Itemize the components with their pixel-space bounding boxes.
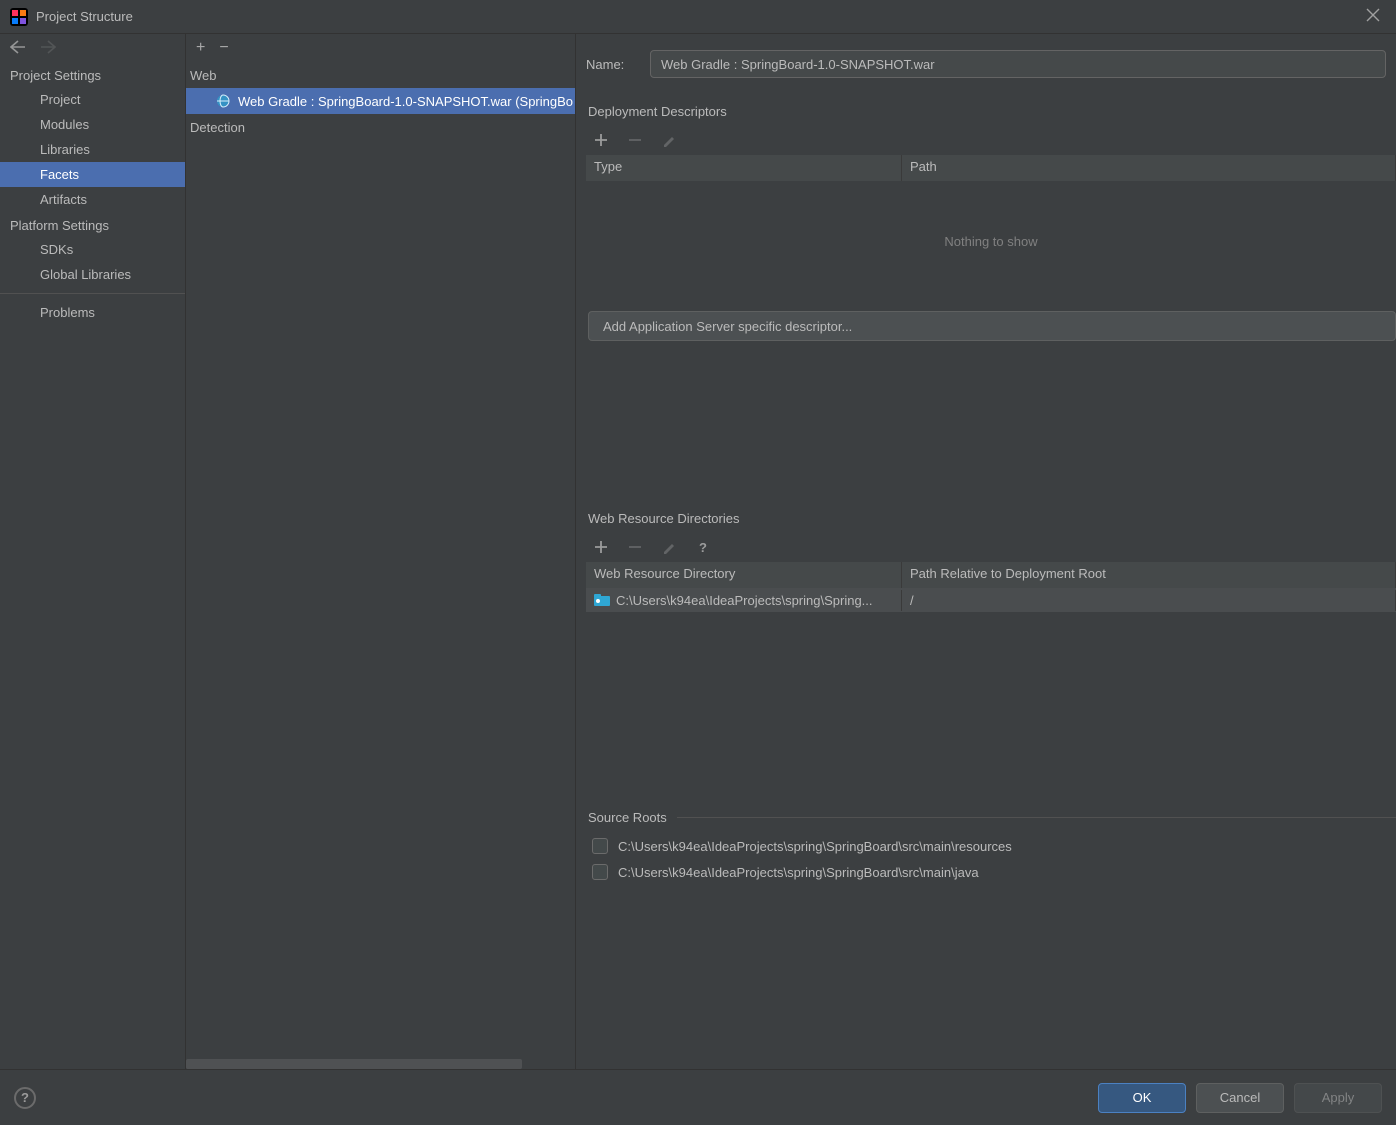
wrd-toolbar: ? [586, 532, 1396, 562]
web-facet-icon [216, 94, 232, 108]
dd-edit-icon [660, 131, 678, 149]
cancel-button[interactable]: Cancel [1196, 1083, 1284, 1113]
source-roots-fieldset: Source Roots [588, 810, 1396, 825]
wrd-cell-rel: / [902, 590, 1396, 611]
name-label: Name: [586, 57, 636, 72]
dd-toolbar [586, 125, 1396, 155]
checkbox[interactable] [592, 864, 608, 880]
titlebar: Project Structure [0, 0, 1396, 34]
facet-node-detection[interactable]: Detection [186, 114, 575, 140]
sidebar-item-facets[interactable]: Facets [0, 162, 185, 187]
wrd-cell-dir: C:\Users\k94ea\IdeaProjects\spring\Sprin… [586, 590, 902, 611]
wrd-col-rel[interactable]: Path Relative to Deployment Root [902, 562, 1396, 588]
sidebar-item-modules[interactable]: Modules [0, 112, 185, 137]
source-roots-line [677, 817, 1396, 818]
sidebar-item-project[interactable]: Project [0, 87, 185, 112]
facet-node-label: Web [190, 68, 217, 83]
sidebar-item-problems[interactable]: Problems [0, 300, 185, 325]
facet-editor: Name: Deployment Descriptors Type Path N… [576, 34, 1396, 1069]
wrd-row[interactable]: C:\Users\k94ea\IdeaProjects\spring\Sprin… [586, 588, 1396, 612]
wrd-edit-icon [660, 538, 678, 556]
sidebar-item-artifacts[interactable]: Artifacts [0, 187, 185, 212]
deployment-descriptors-title: Deployment Descriptors [588, 104, 1396, 119]
sidebar-item-sdks[interactable]: SDKs [0, 237, 185, 262]
dialog-footer: ? OK Cancel Apply [0, 1069, 1396, 1125]
dd-col-type[interactable]: Type [586, 155, 902, 181]
source-root-path: C:\Users\k94ea\IdeaProjects\spring\Sprin… [618, 865, 979, 880]
sidebar-heading-project-settings: Project Settings [0, 62, 185, 87]
facet-name-input[interactable] [650, 50, 1386, 78]
add-server-descriptor-button[interactable]: Add Application Server specific descript… [588, 311, 1396, 341]
dd-table-header: Type Path [586, 155, 1396, 181]
wrd-cell-dir-text: C:\Users\k94ea\IdeaProjects\spring\Sprin… [616, 593, 873, 608]
dd-table: Type Path Nothing to show [586, 155, 1396, 301]
facet-node-web[interactable]: Web [186, 62, 575, 88]
sidebar-heading-platform-settings: Platform Settings [0, 212, 185, 237]
sidebar-item-global-libraries[interactable]: Global Libraries [0, 262, 185, 287]
folder-icon [594, 594, 610, 606]
facets-tree[interactable]: Web Web Gradle : SpringBoard-1.0-SNAPSHO… [186, 62, 575, 1069]
apply-button: Apply [1294, 1083, 1382, 1113]
facets-toolbar: + − [186, 34, 575, 62]
facet-node-label: Web Gradle : SpringBoard-1.0-SNAPSHOT.wa… [238, 94, 573, 109]
dd-add-icon[interactable] [592, 131, 610, 149]
source-roots-title: Source Roots [588, 810, 667, 825]
dd-col-path[interactable]: Path [902, 155, 1396, 181]
nav-forward-icon [40, 40, 56, 57]
sidebar-item-libraries[interactable]: Libraries [0, 137, 185, 162]
wrd-help-icon[interactable]: ? [694, 538, 712, 556]
window-title: Project Structure [36, 9, 1360, 24]
nav-back-icon[interactable] [10, 40, 26, 57]
checkbox[interactable] [592, 838, 608, 854]
spacer [586, 341, 1396, 491]
facet-node-label: Detection [190, 120, 245, 135]
wrd-remove-icon [626, 538, 644, 556]
spacer [586, 612, 1396, 792]
app-logo-icon [10, 8, 28, 26]
sidebar: Project Settings Project Modules Librari… [0, 34, 186, 1069]
source-root-path: C:\Users\k94ea\IdeaProjects\spring\Sprin… [618, 839, 1012, 854]
remove-facet-icon[interactable]: − [219, 40, 228, 56]
project-structure-dialog: Project Structure Project Settings Proje… [0, 0, 1396, 1125]
ok-button[interactable]: OK [1098, 1083, 1186, 1113]
horizontal-scrollbar[interactable] [186, 1059, 522, 1069]
sidebar-separator [0, 293, 185, 294]
facet-node-web-gradle[interactable]: Web Gradle : SpringBoard-1.0-SNAPSHOT.wa… [186, 88, 575, 114]
dd-empty-text: Nothing to show [586, 181, 1396, 301]
name-row: Name: [586, 44, 1396, 84]
add-facet-icon[interactable]: + [196, 40, 205, 56]
dd-remove-icon [626, 131, 644, 149]
wrd-table: Web Resource Directory Path Relative to … [586, 562, 1396, 612]
svg-text:?: ? [699, 540, 707, 554]
facets-panel: + − Web Web Gradle : SpringBoard-1.0-SNA… [186, 34, 576, 1069]
web-resource-dirs-title: Web Resource Directories [588, 511, 1396, 526]
help-icon[interactable]: ? [14, 1087, 36, 1109]
source-root-item[interactable]: C:\Users\k94ea\IdeaProjects\spring\Sprin… [586, 859, 1396, 885]
close-icon[interactable] [1360, 6, 1386, 27]
wrd-col-dir[interactable]: Web Resource Directory [586, 562, 902, 588]
wrd-table-header: Web Resource Directory Path Relative to … [586, 562, 1396, 588]
source-root-item[interactable]: C:\Users\k94ea\IdeaProjects\spring\Sprin… [586, 833, 1396, 859]
wrd-add-icon[interactable] [592, 538, 610, 556]
nav-history [0, 34, 185, 62]
